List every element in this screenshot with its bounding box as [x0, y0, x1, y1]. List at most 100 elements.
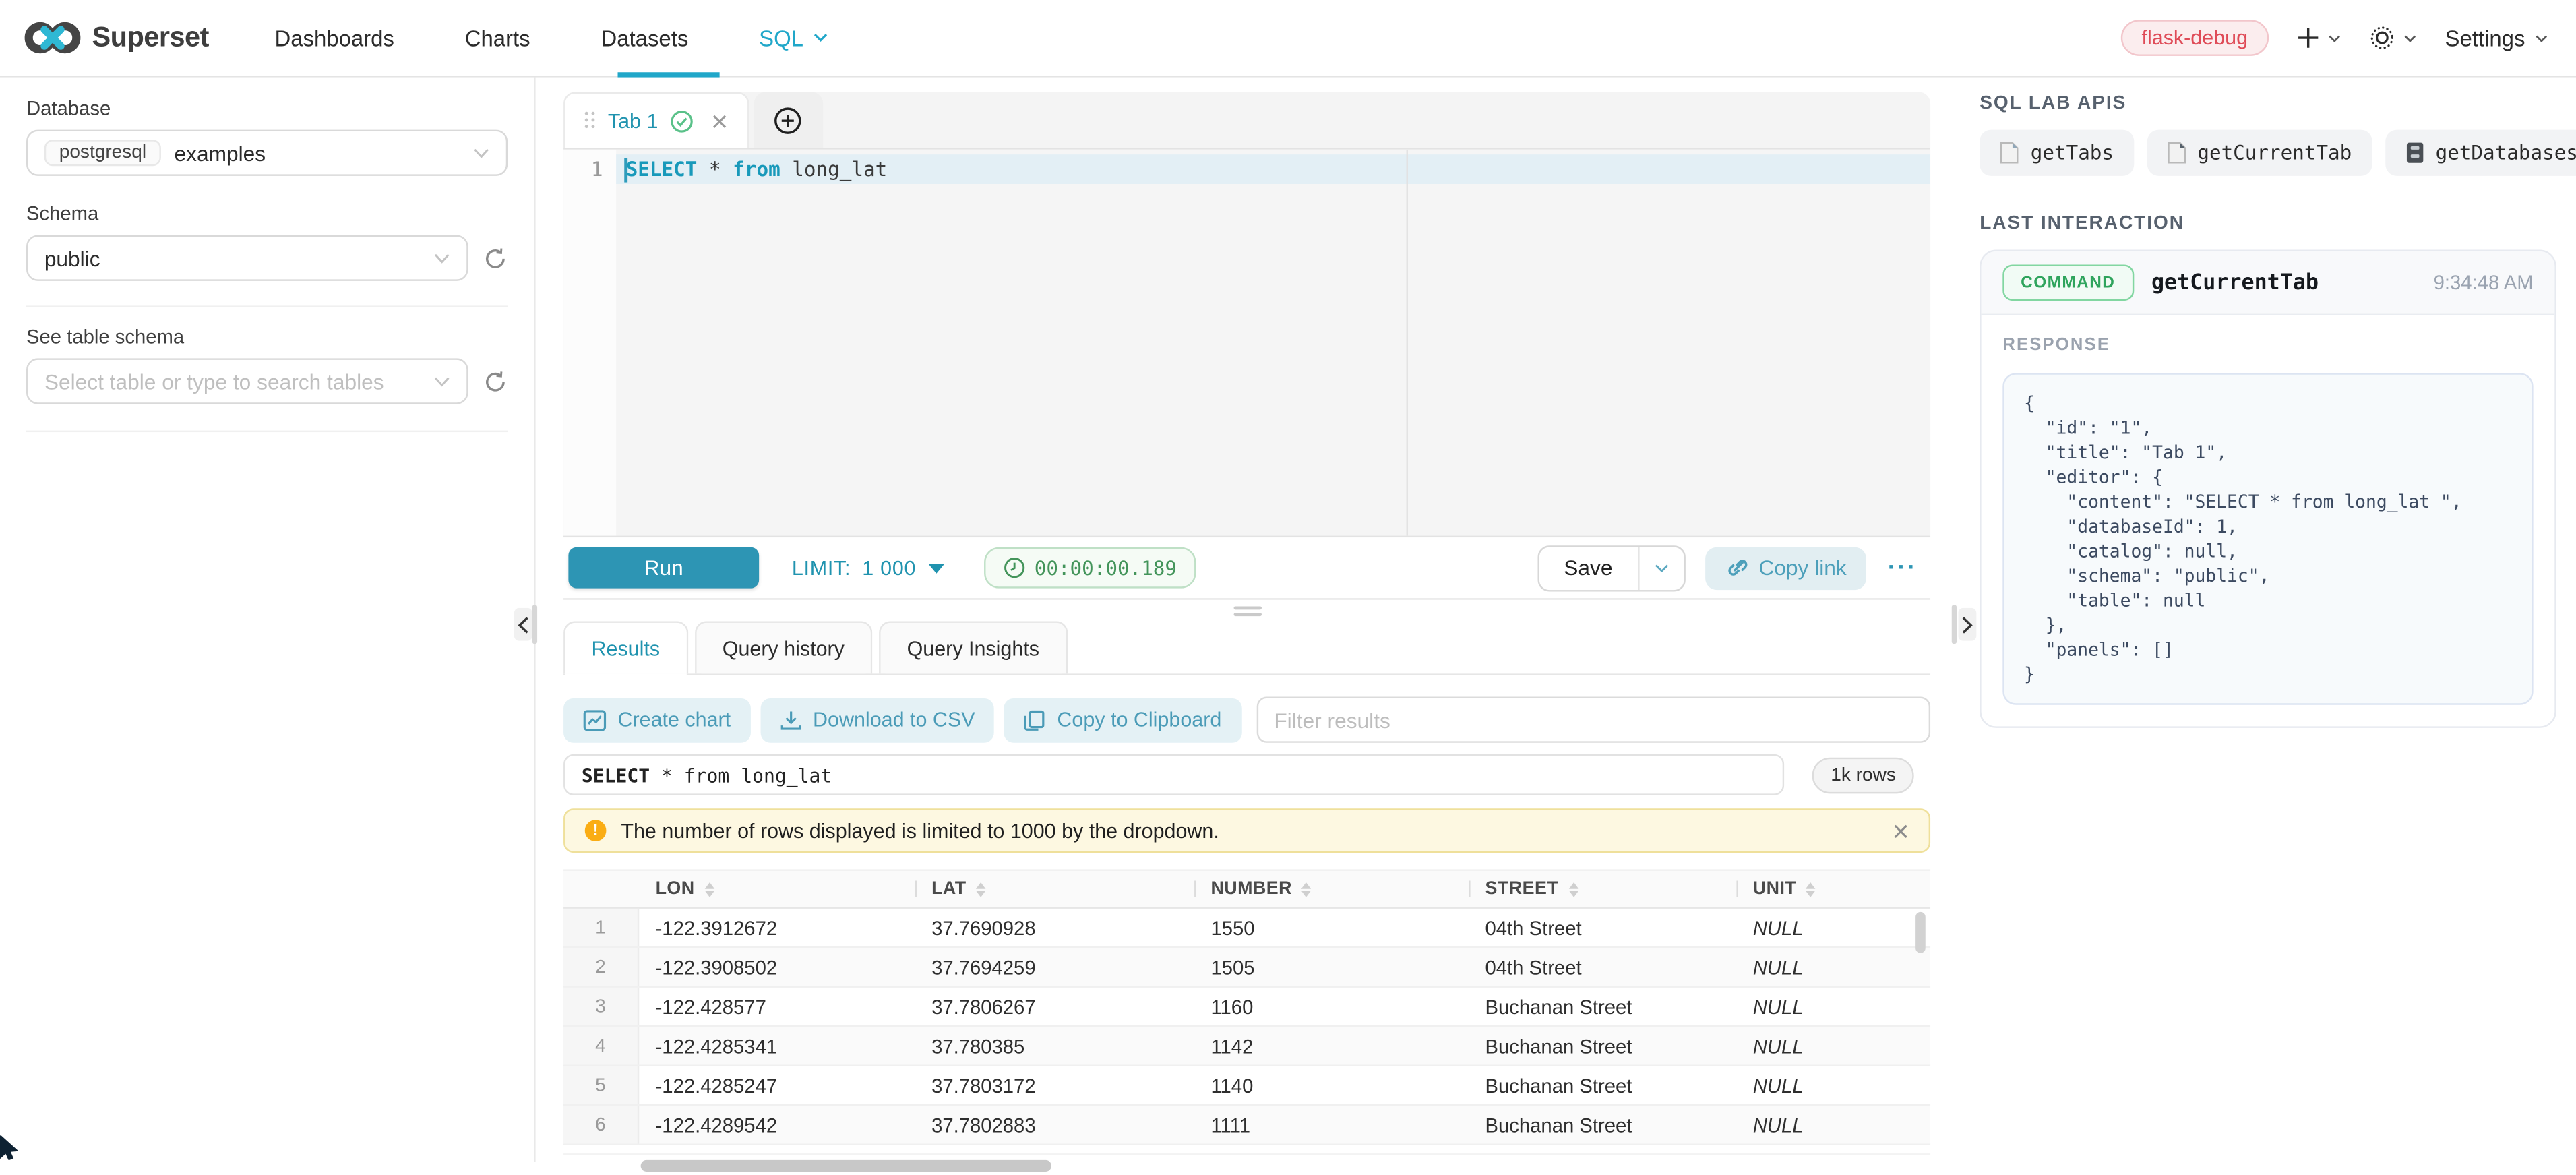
response-label: RESPONSE — [2002, 335, 2533, 355]
apis-heading: SQL LAB APIS — [1980, 94, 2556, 113]
new-tab-button[interactable] — [754, 92, 822, 148]
last-interaction-heading: LAST INTERACTION — [1980, 214, 2556, 233]
results-table: LON LAT NUMBER STREET UNIT — [563, 869, 1930, 1174]
column-header-number[interactable]: NUMBER — [1194, 871, 1469, 907]
page-icon — [2166, 142, 2186, 164]
copy-link-button[interactable]: Copy link — [1705, 546, 1866, 589]
vertical-scrollbar[interactable] — [1915, 912, 1926, 953]
sun-icon — [2369, 25, 2395, 51]
chevron-left-icon — [518, 615, 529, 634]
scrollbar-sliver[interactable] — [1952, 605, 1957, 644]
environment-badge: flask-debug — [2120, 20, 2269, 56]
active-nav-underline — [618, 72, 720, 77]
sql-code-editor[interactable]: 1 SELECT * from long_lat — [563, 150, 1930, 537]
chevron-down-icon — [434, 375, 450, 387]
table-row[interactable]: 4 -122.4285341 37.780385 1142 Buchanan S… — [563, 1027, 1930, 1066]
chart-icon — [583, 709, 606, 731]
sort-icon[interactable] — [1568, 882, 1578, 897]
get-databases-button[interactable]: getDatabases — [2385, 130, 2576, 176]
table-schema-label: See table schema — [26, 326, 508, 349]
chevron-down-icon — [2535, 34, 2548, 42]
results-actions: Create chart Download to CSV Copy to Cli… — [563, 697, 1930, 743]
response-code-block: { "id": "1", "title": "Tab 1", "editor":… — [2002, 373, 2533, 704]
collapse-left-panel-button[interactable] — [514, 608, 532, 641]
command-badge: COMMAND — [2002, 264, 2133, 301]
save-options-button[interactable] — [1637, 546, 1683, 589]
more-actions-button[interactable]: ··· — [1888, 553, 1918, 581]
limit-dropdown[interactable]: LIMIT: 1 000 — [792, 556, 944, 579]
limit-label: LIMIT: — [792, 556, 851, 579]
superset-logo[interactable]: Superset — [25, 20, 209, 56]
query-preview: SELECT * from long_lat — [563, 754, 1784, 795]
check-circle-icon — [670, 109, 693, 132]
nav-datasets[interactable]: Datasets — [601, 26, 688, 51]
chevron-down-icon — [1653, 563, 1668, 573]
nav-dashboards[interactable]: Dashboards — [274, 26, 394, 51]
table-header: LON LAT NUMBER STREET UNIT — [563, 869, 1930, 909]
chevron-right-icon — [1961, 615, 1973, 634]
sort-icon[interactable] — [704, 882, 714, 897]
close-tab-icon[interactable] — [710, 113, 727, 129]
clock-icon — [1003, 557, 1024, 578]
collapse-right-panel-button[interactable] — [1959, 608, 1977, 641]
column-header-lon[interactable]: LON — [639, 871, 915, 907]
editor-tab-1[interactable]: Tab 1 — [563, 92, 748, 148]
close-warning-icon[interactable] — [1893, 822, 1909, 839]
filter-results-input[interactable] — [1256, 697, 1931, 743]
infinity-logo-icon — [25, 20, 81, 56]
theme-menu[interactable] — [2369, 25, 2417, 51]
horizontal-scrollbar[interactable] — [563, 1158, 1930, 1174]
refresh-schemas-icon[interactable] — [483, 245, 508, 270]
page-icon — [1999, 142, 2019, 164]
refresh-tables-icon[interactable] — [483, 369, 508, 394]
column-header-lat[interactable]: LAT — [915, 871, 1194, 907]
table-row[interactable]: 6 -122.4289542 37.7802883 1111 Buchanan … — [563, 1106, 1930, 1145]
plus-circle-icon — [774, 106, 801, 133]
query-timer: 00:00:00.189 — [983, 547, 1196, 589]
tab-query-insights[interactable]: Query Insights — [879, 621, 1067, 673]
sort-icon[interactable] — [1302, 882, 1312, 897]
editor-gutter: 1 — [563, 150, 616, 536]
scrollbar-sliver[interactable] — [532, 605, 537, 644]
table-row[interactable]: 3 -122.428577 37.7806267 1160 Buchanan S… — [563, 988, 1930, 1027]
top-navigation: Superset Dashboards Charts Datasets SQL … — [0, 0, 2576, 78]
warning-text: The number of rows displayed is limited … — [621, 819, 1219, 842]
create-chart-button[interactable]: Create chart — [563, 698, 750, 742]
nav-sql[interactable]: SQL — [759, 26, 828, 51]
brand-name: Superset — [92, 22, 209, 55]
sqllab-left-panel: Database postgresql examples Schema publ… — [0, 78, 536, 1162]
copy-clipboard-button[interactable]: Copy to Clipboard — [1004, 698, 1241, 742]
command-timestamp: 9:34:48 AM — [2434, 271, 2534, 294]
tab-query-history[interactable]: Query history — [694, 621, 872, 673]
mouse-cursor — [0, 1135, 22, 1160]
pane-resize-handle[interactable] — [563, 600, 1930, 622]
database-label: Database — [26, 97, 508, 120]
column-header-street[interactable]: STREET — [1469, 871, 1736, 907]
editor-print-margin — [1407, 150, 1408, 536]
drag-handle-icon[interactable] — [585, 112, 596, 130]
primary-nav: Dashboards Charts Datasets SQL — [274, 26, 828, 51]
database-select[interactable]: postgresql examples — [26, 130, 508, 176]
settings-menu[interactable]: Settings — [2445, 26, 2548, 51]
table-row[interactable]: 5 -122.4285247 37.7803172 1140 Buchanan … — [563, 1066, 1930, 1106]
table-row[interactable]: 2 -122.3908502 37.7694259 1505 04th Stre… — [563, 948, 1930, 988]
get-tabs-button[interactable]: getTabs — [1980, 130, 2133, 176]
column-header-unit[interactable]: UNIT — [1736, 871, 1910, 907]
new-item-menu[interactable] — [2297, 26, 2341, 49]
get-current-tab-button[interactable]: getCurrentTab — [2147, 130, 2372, 176]
table-select[interactable]: Select table or type to search tables — [26, 358, 468, 404]
sort-icon[interactable] — [1806, 882, 1816, 897]
save-button[interactable]: Save — [1539, 546, 1637, 589]
table-row[interactable]: 1 -122.3912672 37.7690928 1550 04th Stre… — [563, 909, 1930, 948]
chevron-down-icon — [814, 33, 828, 43]
sort-icon[interactable] — [976, 882, 986, 897]
cabinet-icon — [2404, 142, 2424, 164]
tab-results[interactable]: Results — [563, 621, 687, 673]
download-csv-button[interactable]: Download to CSV — [760, 698, 995, 742]
nav-charts[interactable]: Charts — [465, 26, 530, 51]
elapsed-time: 00:00:00.189 — [1035, 556, 1177, 579]
row-count-badge: 1k rows — [1812, 756, 1913, 793]
run-button[interactable]: Run — [568, 547, 759, 589]
limit-value: 1 000 — [862, 556, 916, 579]
schema-select[interactable]: public — [26, 235, 468, 281]
